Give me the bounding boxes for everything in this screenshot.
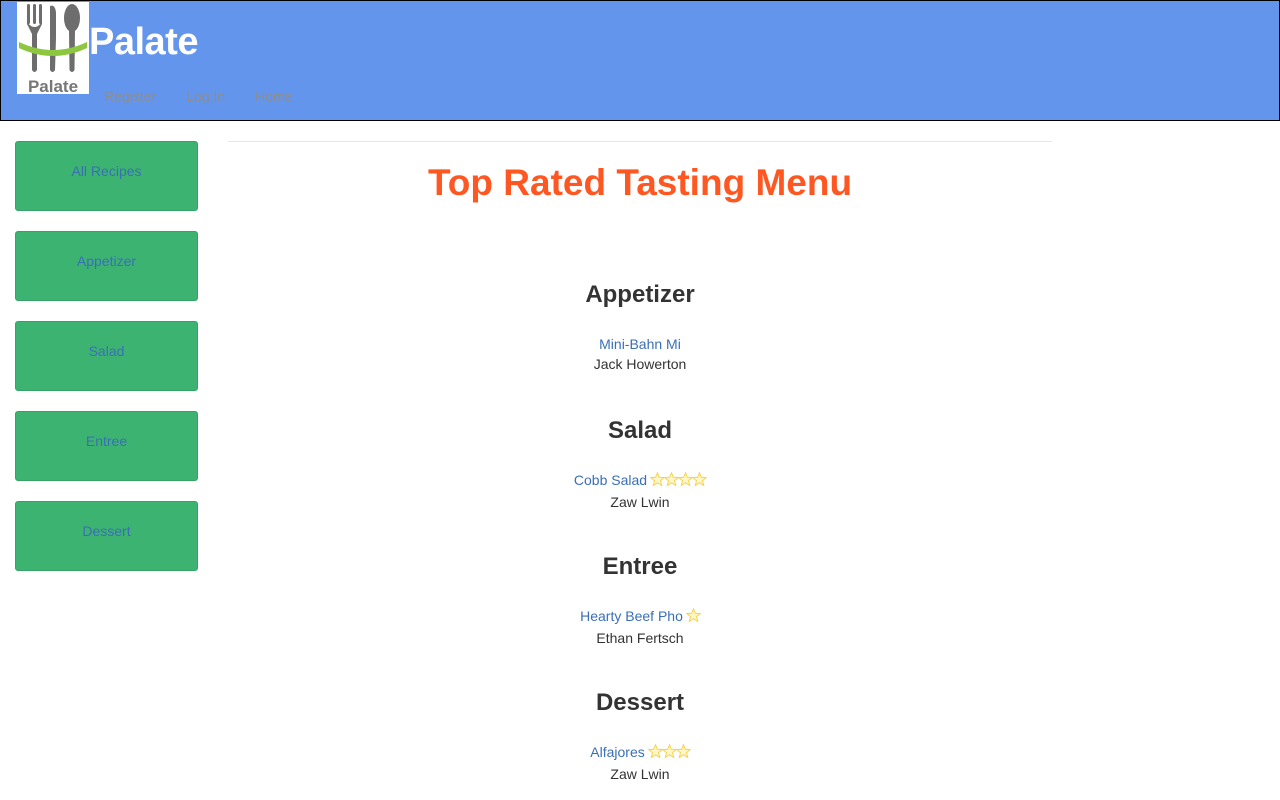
main-content: Top Rated Tasting Menu Appetizer Mini-Ba… (228, 141, 1052, 782)
site-header: Palate Palate Register Log In Home (0, 0, 1280, 121)
star-icon (678, 472, 694, 487)
recipe-author: Jack Howerton (593, 356, 687, 372)
rating-stars (650, 472, 708, 492)
recipe-link[interactable]: Hearty Beef Pho (580, 608, 683, 624)
star-icon (647, 744, 663, 759)
recipe-line: Cobb Salad (228, 470, 1052, 492)
course-heading: Appetizer (585, 281, 695, 308)
star-icon (664, 472, 680, 487)
course-heading: Salad (607, 417, 673, 444)
sidebar-entree-button[interactable]: Entree (15, 411, 198, 481)
star-icon (661, 744, 677, 759)
course-section-entree: Entree Hearty Beef Pho Ethan Fertsch (228, 553, 1052, 648)
course-section-appetizer: Appetizer Mini-Bahn Mi Jack Howerton (228, 281, 1052, 374)
recipe-link[interactable]: Alfajores (590, 744, 644, 760)
sidebar-all-recipes-button[interactable]: All Recipes (15, 141, 198, 211)
recipe-author: Zaw Lwin (610, 494, 670, 510)
recipe-link[interactable]: Mini-Bahn Mi (599, 336, 681, 352)
palate-logo[interactable]: Palate (17, 2, 89, 94)
recipe-line: Hearty Beef Pho (228, 606, 1052, 628)
top-nav: Register Log In Home (89, 85, 307, 107)
course-heading: Dessert (595, 689, 685, 716)
star-icon (685, 608, 701, 623)
nav-login-link[interactable]: Log In (171, 85, 240, 107)
star-icon (675, 744, 691, 759)
course-section-dessert: Dessert Alfajores Zaw Lwin (228, 689, 1052, 784)
rating-stars (685, 608, 701, 628)
fork-spoon-knife-icon: Palate (19, 4, 87, 94)
course-section-salad: Salad Cobb Salad Zaw Lwin (228, 417, 1052, 512)
recipe-author: Zaw Lwin (610, 766, 670, 782)
recipe-link[interactable]: Cobb Salad (574, 472, 647, 488)
brand-title[interactable]: Palate (89, 19, 198, 65)
star-icon (692, 472, 708, 487)
recipe-line: Alfajores (228, 742, 1052, 764)
nav-register-link[interactable]: Register (89, 85, 171, 107)
recipe-line: Mini-Bahn Mi (228, 334, 1052, 354)
sidebar-appetizer-button[interactable]: Appetizer (15, 231, 198, 301)
recipe-author: Ethan Fertsch (596, 630, 684, 646)
course-heading: Entree (602, 553, 678, 580)
category-sidebar: All Recipes Appetizer Salad Entree Desse… (15, 141, 198, 591)
nav-home-link[interactable]: Home (240, 85, 307, 107)
logo-text: Palate (28, 77, 78, 94)
divider (228, 141, 1052, 142)
page-title: Top Rated Tasting Menu (427, 162, 853, 203)
sidebar-salad-button[interactable]: Salad (15, 321, 198, 391)
star-icon (650, 472, 666, 487)
sidebar-dessert-button[interactable]: Dessert (15, 501, 198, 571)
rating-stars (647, 744, 691, 764)
